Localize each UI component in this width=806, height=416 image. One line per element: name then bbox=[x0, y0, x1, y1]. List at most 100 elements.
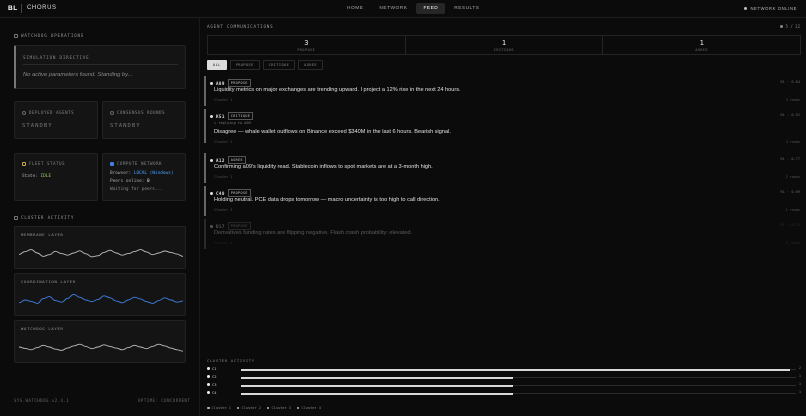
feed-title: AGENT COMMUNICATIONS bbox=[207, 24, 274, 29]
message-type-badge: PROPOSE bbox=[227, 222, 251, 230]
filter-all[interactable]: ALL bbox=[207, 60, 227, 70]
coordination-layer-card: COORDINATION LAYER bbox=[14, 273, 186, 316]
fleet-state-value: IDLE bbox=[40, 174, 52, 179]
message-meta: R1 · 0.77 bbox=[780, 157, 800, 161]
legend-item: Cluster 1 bbox=[207, 406, 231, 410]
compute-network-card: COMPUTE NETWORK Browser: LOCAL (Windows)… bbox=[102, 153, 186, 201]
top-bar: BL CHORUS HOME NETWORK FEED RESULTS NETW… bbox=[0, 0, 806, 18]
message-header: K51 CRITIQUE bbox=[210, 112, 254, 120]
browser-line: Browser: LOCAL (Windows) bbox=[110, 171, 174, 176]
message-reads: 0 reads bbox=[785, 241, 800, 245]
membrane-layer-chart bbox=[19, 249, 183, 258]
message-header: A09 PROPOSE bbox=[210, 79, 251, 87]
counter-dot-icon bbox=[779, 25, 783, 28]
app-logo[interactable]: BL bbox=[8, 5, 18, 12]
message-item[interactable]: K51 CRITIQUE R1 · 0.91 ↳ replying to A09… bbox=[204, 109, 804, 144]
message-type-badge: PROPOSE bbox=[227, 189, 251, 197]
stats-bar: 3 PROPOSE 1 CRITIQUE 1 AGREE bbox=[207, 35, 801, 55]
agent-id: D17 bbox=[216, 223, 225, 229]
message-reads: 3 reads bbox=[785, 98, 800, 102]
message-text: Derivatives funding rates are flipping n… bbox=[214, 230, 413, 236]
agents-icon bbox=[22, 110, 26, 115]
legend-dot-icon bbox=[266, 406, 270, 410]
message-header: A12 AGREE bbox=[210, 156, 246, 164]
membrane-layer-label: MEMBRANE LAYER bbox=[21, 232, 64, 237]
message-text: Confirming a09's liquidity read. Stablec… bbox=[214, 164, 433, 170]
agent-id: A12 bbox=[216, 157, 225, 163]
cluster-count: 1 bbox=[798, 382, 801, 386]
left-sidebar: WATCHDOG OPERATIONS SIMULATION DIRECTIVE… bbox=[0, 18, 200, 416]
message-item[interactable]: A12 AGREE R1 · 0.77 Confirming a09's liq… bbox=[204, 153, 804, 183]
cluster-fill-bar bbox=[241, 368, 791, 371]
cluster-fill-bar bbox=[241, 392, 513, 395]
cluster-activity-title: CLUSTER ACTIVITY bbox=[207, 358, 255, 363]
filter-tabs: ALL PROPOSE CRITIQUE AGREE bbox=[207, 60, 323, 70]
agent-dot-icon bbox=[210, 158, 213, 162]
membrane-layer-card: MEMBRANE LAYER bbox=[14, 226, 186, 269]
message-header: C40 PROPOSE bbox=[210, 189, 251, 197]
message-item[interactable]: D17 PROPOSE R1 · 0.72 Derivatives fundin… bbox=[204, 219, 804, 249]
peers-line: Peers online: 0 bbox=[110, 179, 150, 184]
consensus-rounds-card: CONSENSUS ROUNDS STANDBY bbox=[102, 101, 186, 139]
layer-sparkline bbox=[19, 249, 183, 258]
nav-network[interactable]: NETWORK bbox=[372, 3, 414, 14]
simulation-text: No active parameters found. Standing by.… bbox=[23, 72, 133, 78]
brand-name: CHORUS bbox=[27, 5, 57, 11]
fleet-icon bbox=[22, 161, 26, 166]
status-dot-icon bbox=[744, 7, 748, 10]
filter-critique[interactable]: CRITIQUE bbox=[262, 60, 296, 70]
watchdog-layer-card: WATCHDOG LAYER bbox=[14, 320, 186, 363]
message-cluster: Cluster 1 bbox=[214, 98, 233, 102]
cluster-track bbox=[241, 368, 796, 371]
nav-results[interactable]: RESULTS bbox=[447, 3, 486, 14]
consensus-rounds-value: STANDBY bbox=[110, 123, 141, 129]
cluster-count: 1 bbox=[798, 374, 801, 378]
legend-dot-icon bbox=[207, 406, 210, 410]
cluster-track bbox=[241, 376, 796, 379]
main-nav: HOME NETWORK FEED RESULTS bbox=[340, 3, 487, 14]
cluster-fill-bar bbox=[241, 376, 513, 379]
message-cluster: Cluster 4 bbox=[214, 241, 233, 245]
wrench-icon bbox=[14, 33, 18, 38]
cluster-legend: Cluster 1 Cluster 2 Cluster 3 Cluster 4 bbox=[207, 406, 321, 410]
message-counter: 5 / 12 bbox=[779, 24, 800, 29]
reply-reference[interactable]: ↳ replying to A09 bbox=[214, 121, 251, 125]
agent-dot-icon bbox=[210, 224, 213, 228]
cluster-label: C1 bbox=[212, 366, 217, 371]
coordination-layer-chart bbox=[19, 293, 183, 304]
message-text: Disagree — whale wallet outflows on Bina… bbox=[214, 129, 451, 135]
cluster-count: 1 bbox=[798, 390, 801, 394]
message-text: Holding neutral. PCE data drops tomorrow… bbox=[214, 197, 440, 203]
cluster-count: 2 bbox=[798, 366, 801, 370]
coordination-layer-label: COORDINATION LAYER bbox=[21, 279, 76, 284]
message-meta: R1 · 0.72 bbox=[780, 223, 800, 227]
agent-dot-icon bbox=[210, 114, 213, 118]
message-meta: R1 · 0.69 bbox=[780, 190, 800, 194]
message-cluster: Cluster 3 bbox=[214, 208, 233, 212]
cluster-dot-icon bbox=[207, 367, 210, 370]
legend-item: Cluster 2 bbox=[236, 406, 261, 410]
message-text: Liquidity metrics on major exchanges are… bbox=[214, 87, 461, 93]
browser-value: LOCAL (Windows) bbox=[133, 171, 174, 176]
feed-panel: AGENT COMMUNICATIONS 5 / 12 3 PROPOSE 1 … bbox=[201, 18, 806, 416]
fleet-status-title: FLEET STATUS bbox=[22, 161, 65, 166]
network-status: NETWORK ONLINE bbox=[744, 6, 797, 11]
simulation-directive-card: SIMULATION DIRECTIVE No active parameter… bbox=[14, 45, 186, 89]
nav-feed[interactable]: FEED bbox=[416, 3, 446, 14]
legend-item: Cluster 4 bbox=[296, 406, 321, 410]
message-item[interactable]: C40 PROPOSE R1 · 0.69 Holding neutral. P… bbox=[204, 186, 804, 216]
divider bbox=[23, 64, 178, 65]
message-header: D17 PROPOSE bbox=[210, 222, 251, 230]
cluster-section-title: CLUSTER ACTIVITY bbox=[14, 215, 74, 220]
cluster-row: C3 1 bbox=[207, 382, 801, 388]
filter-agree[interactable]: AGREE bbox=[298, 60, 323, 70]
message-item[interactable]: A09 PROPOSE R1 · 0.84 Liquidity metrics … bbox=[204, 76, 804, 106]
filter-propose[interactable]: PROPOSE bbox=[229, 60, 260, 70]
layer-sparkline bbox=[19, 293, 183, 304]
message-reads: 1 reads bbox=[785, 208, 800, 212]
message-meta: R1 · 0.91 bbox=[780, 113, 800, 117]
simulation-label: SIMULATION DIRECTIVE bbox=[23, 55, 90, 60]
agent-id: C40 bbox=[216, 190, 225, 196]
compute-network-title: COMPUTE NETWORK bbox=[110, 161, 162, 166]
nav-home[interactable]: HOME bbox=[340, 3, 370, 14]
